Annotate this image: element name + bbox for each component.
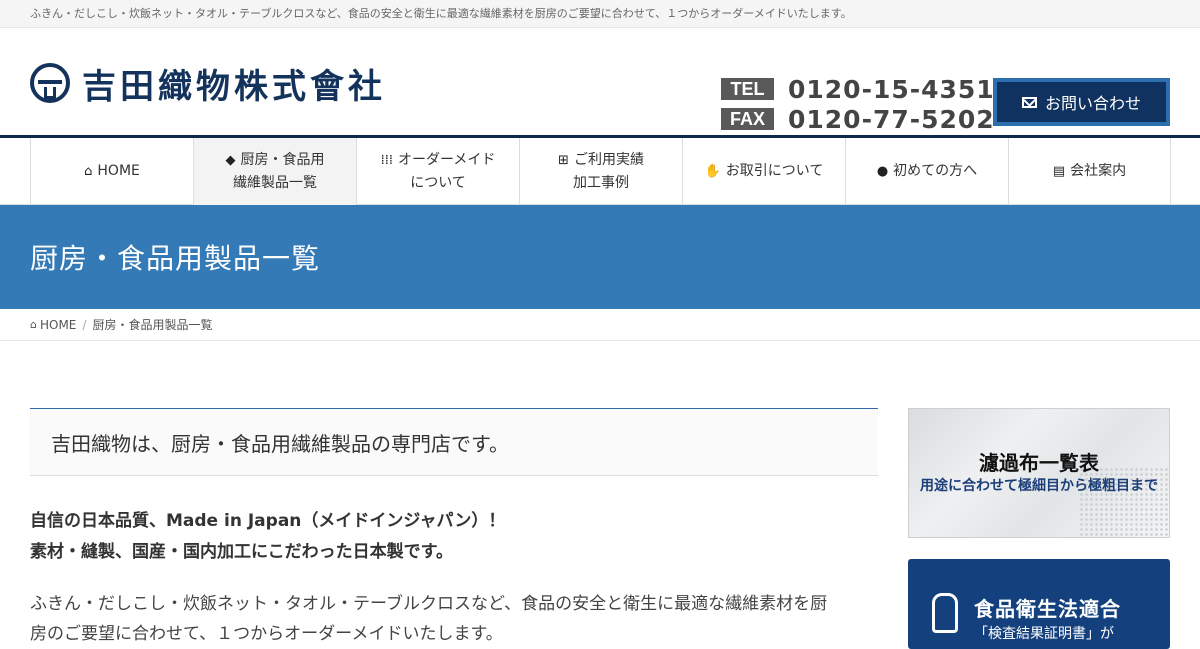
nav-label: 厨房・食品用 [240,151,325,168]
fax-number: 0120-77-5202 [788,104,995,134]
intro-strong: 自信の日本品質、Made in Japan（メイドインジャパン）！ 素材・縫製、… [30,506,878,568]
tel-label: TEL [721,78,774,100]
lead-heading: 吉田織物は、厨房・食品用繊維製品の専門店です。 [30,408,878,476]
logo-emblem-icon [30,63,70,103]
main-content: 吉田織物は、厨房・食品用繊維製品の専門店です。 自信の日本品質、Made in … [30,408,878,649]
page-title: 厨房・食品用製品一覧 [30,242,321,275]
breadcrumb: ⌂ HOME / 厨房・食品用製品一覧 [0,309,1200,341]
intro-strong-line2: 素材・縫製、国産・国内加工にこだわった日本製です。 [30,542,453,562]
nav-item-ordermade[interactable]: ⁞⁞⁞ オーダーメイド について [356,138,519,205]
nav-label: 初めての方へ [893,163,978,179]
breadcrumb-separator: / [82,317,87,332]
page-title-banner: 厨房・食品用製品一覧 [0,205,1200,309]
certificate-icon [932,593,958,633]
fax-label: FAX [721,108,774,130]
handshake-icon: ✋ [704,164,721,179]
top-tagline-bar: ふきん・だしこし・炊飯ネット・タオル・テーブルクロスなど、食品の安全と衛生に最適… [0,0,1200,28]
lead-text: 吉田織物は、厨房・食品用繊維製品の専門店です。 [51,431,509,456]
nav-label: オーダーメイド [397,151,496,168]
tel-row: TEL 0120-15-4351 [721,74,995,104]
nav-label: お取引について [725,163,824,179]
inquiry-label: お問い合わせ [1044,94,1141,113]
banner-subtitle: 「検査結果証明書」が [974,626,1114,642]
banner-title: 濾過布一覧表 [979,451,1099,475]
info-icon: ● [876,164,889,179]
nav-item-products[interactable]: ◆ 厨房・食品用 繊維製品一覧 [193,138,356,205]
sidebar: 濾過布一覧表 用途に合わせて極細目から極粗目まで 食品衛生法適合 「検査結果証明… [908,408,1170,649]
banner-subtitle: 用途に合わせて極細目から極粗目まで [920,478,1158,494]
inquiry-button[interactable]: お問い合わせ [993,78,1170,126]
nav-item-home[interactable]: ⌂ HOME [30,138,193,205]
tel-number[interactable]: 0120-15-4351 [788,75,995,104]
intro-body-line2: 房のご要望に合わせて、１つからオーダーメイドいたします。 [30,624,503,644]
nav-label: ご利用実績 [573,151,644,168]
nav-label: 会社案内 [1070,163,1127,179]
food-sanitation-banner[interactable]: 食品衛生法適合 「検査結果証明書」が [908,559,1170,649]
intro-body: ふきん・だしこし・炊飯ネット・タオル・テーブルクロスなど、食品の安全と衛生に最適… [30,589,878,649]
home-icon: ⌂ [84,164,93,179]
site-logo[interactable]: 吉田織物株式會社 [30,63,386,107]
nav-label-sub: について [410,174,466,191]
nav-item-company[interactable]: ▤ 会社案内 [1008,138,1171,205]
tagline-text: ふきん・だしこし・炊飯ネット・タオル・テーブルクロスなど、食品の安全と衛生に最適… [30,7,852,20]
intro-strong-line1: 自信の日本品質、Made in Japan（メイドインジャパン）！ [30,511,506,531]
contact-numbers: TEL 0120-15-4351 FAX 0120-77-5202 [721,74,995,134]
nav-item-transactions[interactable]: ✋ お取引について [682,138,845,205]
intro-body-line1: ふきん・だしこし・炊飯ネット・タオル・テーブルクロスなど、食品の安全と衛生に最適… [30,594,828,614]
logo-text: 吉田織物株式會社 [82,66,386,107]
sitemap-icon: ⊞ [558,152,569,168]
nav-label-sub: 繊維製品一覧 [233,174,317,191]
envelope-icon [1021,96,1037,108]
home-icon: ⌂ [30,318,37,331]
global-nav: ⌂ HOME ◆ 厨房・食品用 繊維製品一覧 ⁞⁞⁞ オーダーメイド について ⊞ ご利… [0,138,1200,205]
site-header: 吉田織物株式會社 TEL 0120-15-4351 FAX 0120-77-52… [0,28,1200,138]
breadcrumb-home[interactable]: HOME [40,318,76,332]
nav-label-sub: 加工事例 [573,174,629,191]
banner-title: 食品衛生法適合 [974,597,1121,621]
breadcrumb-current: 厨房・食品用製品一覧 [92,318,213,332]
nav-item-first-time[interactable]: ● 初めての方へ [845,138,1008,205]
nav-label: HOME [97,163,140,179]
building-icon: ▤ [1052,164,1066,179]
filter-cloth-list-banner[interactable]: 濾過布一覧表 用途に合わせて極細目から極粗目まで [908,408,1170,538]
grid-icon: ⁞⁞⁞ [380,152,393,168]
nav-item-cases[interactable]: ⊞ ご利用実績 加工事例 [519,138,682,205]
fax-row: FAX 0120-77-5202 [721,104,995,134]
tags-icon: ◆ [225,152,236,168]
